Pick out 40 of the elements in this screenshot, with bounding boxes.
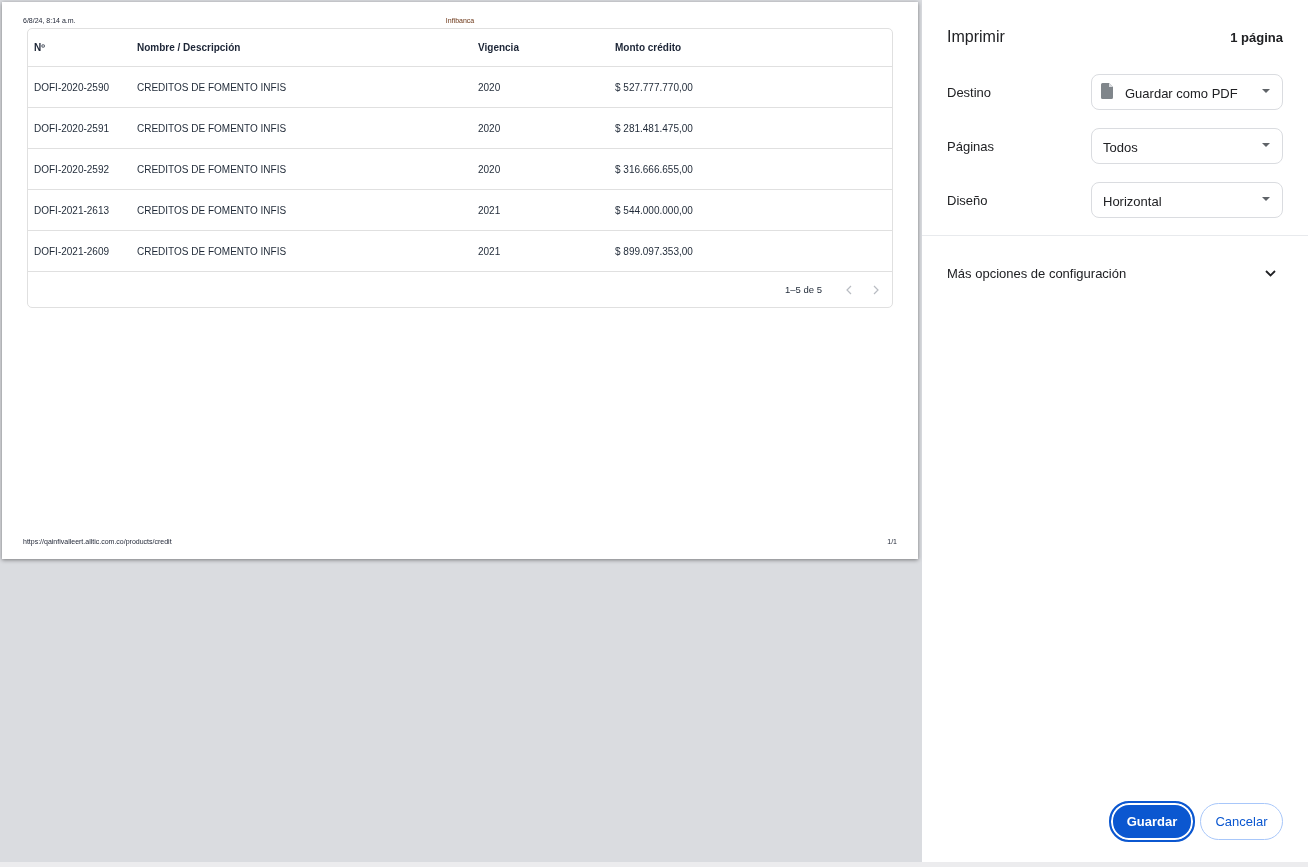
column-header: Nombre / Descripción	[137, 42, 241, 53]
table-cell: 2020	[478, 122, 501, 134]
document-icon	[1101, 83, 1113, 99]
dropdown[interactable]: Horizontal	[1091, 182, 1283, 218]
table-cell: 2021	[478, 245, 501, 257]
table-cell: $ 316.666.655,00	[615, 163, 693, 175]
table-cell: 2021	[478, 204, 501, 216]
table-cell: $ 899.097.353,00	[615, 245, 693, 257]
setting-label: Páginas	[947, 138, 994, 154]
cancel-button[interactable]: Cancelar	[1200, 803, 1283, 840]
page-count: 1 página	[1230, 29, 1283, 45]
table-cell: 2020	[478, 163, 501, 175]
dropdown[interactable]: Todos	[1091, 128, 1283, 164]
table-cell: DOFI-2020-2592	[34, 163, 110, 175]
dropdown[interactable]: Guardar como PDF	[1091, 74, 1283, 110]
table-cell: 2020	[478, 81, 501, 93]
table-cell: DOFI-2021-2613	[34, 204, 110, 216]
save-button[interactable]: Guardar	[1109, 801, 1195, 842]
table-cell: DOFI-2020-2591	[34, 122, 110, 134]
caret-icon	[1262, 143, 1270, 147]
setting-label: Destino	[947, 84, 992, 100]
table-cell: CREDITOS DE FOMENTO INFIS	[137, 163, 287, 175]
column-header: Vigencia	[478, 42, 519, 53]
table-cell: DOFI-2021-2609	[34, 245, 110, 257]
table-cell: $ 527.777.770,00	[615, 81, 693, 93]
table-cell: $ 544.000.000,00	[615, 204, 693, 216]
column-header: Monto crédito	[615, 42, 682, 53]
column-header: Nº	[34, 42, 45, 53]
panel-title: Imprimir	[947, 28, 1005, 46]
more-options-toggle[interactable]: Más opciones de configuración	[947, 255, 1283, 291]
caret-icon	[1262, 197, 1270, 201]
table-cell: $ 281.481.475,00	[615, 122, 693, 134]
table-cell: DOFI-2020-2590	[34, 81, 110, 93]
caret-icon	[1262, 89, 1270, 93]
table-cell: CREDITOS DE FOMENTO INFIS	[137, 204, 287, 216]
table-cell: CREDITOS DE FOMENTO INFIS	[137, 122, 287, 134]
pagination-range: 1–5 de 5	[785, 284, 822, 295]
setting-label: Diseño	[947, 192, 988, 208]
table-cell: CREDITOS DE FOMENTO INFIS	[137, 81, 287, 93]
table-cell: CREDITOS DE FOMENTO INFIS	[137, 245, 287, 257]
